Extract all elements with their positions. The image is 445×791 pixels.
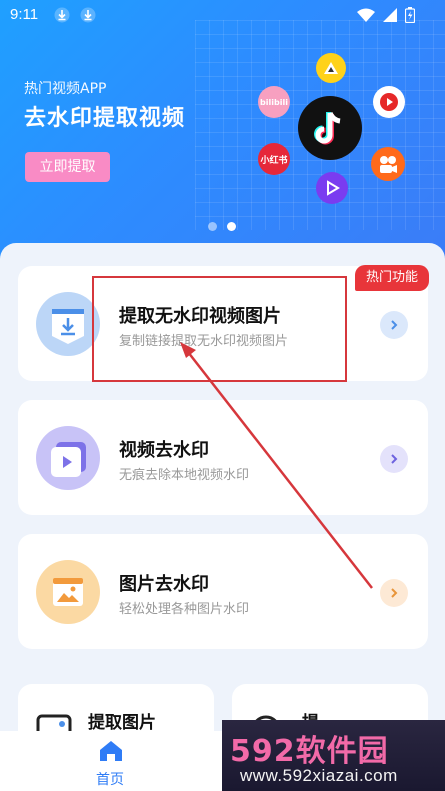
carousel-dot[interactable] — [208, 222, 217, 231]
carousel-dot-active[interactable] — [227, 222, 236, 231]
card-title: 提取图片 — [88, 713, 156, 733]
kuaishou-icon — [371, 147, 405, 181]
chevron-right-icon[interactable] — [380, 579, 408, 607]
highlight-box — [92, 276, 347, 382]
carousel-indicator — [208, 222, 236, 231]
chevron-right-icon[interactable] — [380, 311, 408, 339]
card-title: 图片去水印 — [119, 574, 209, 595]
extract-icon — [36, 292, 100, 356]
watermark-brand: 592软件园 — [230, 734, 389, 769]
banner-subtitle: 热门视频APP — [24, 81, 107, 97]
card-description: 无痕去除本地视频水印 — [119, 468, 250, 483]
wifi-icon — [357, 8, 375, 22]
download-icon — [80, 7, 96, 23]
tab-home-label[interactable]: 首页 — [96, 769, 124, 789]
red-play-icon — [373, 86, 405, 118]
extract-now-button[interactable]: 立即提取 — [25, 152, 110, 182]
video-icon — [36, 426, 100, 490]
site-watermark: 592软件园 www.592xiazai.com — [222, 720, 445, 791]
video-remove-watermark-card[interactable]: 视频去水印 无痕去除本地视频水印 — [18, 400, 428, 515]
image-icon — [36, 560, 100, 624]
battery-icon — [405, 7, 415, 23]
hero-banner[interactable]: 9:11 热门视频APP 去水印提取视频 立即提取 bilibili 小红书 — [0, 0, 445, 262]
bilibili-icon: bilibili — [258, 86, 290, 118]
tiktok-icon — [298, 96, 362, 160]
watermark-url: www.592xiazai.com — [240, 766, 398, 785]
weishi-icon — [316, 172, 348, 204]
status-bar: 9:11 — [0, 0, 445, 32]
home-icon — [100, 741, 122, 761]
download-icon — [54, 7, 70, 23]
banner-title: 去水印提取视频 — [24, 106, 186, 131]
card-description: 轻松处理各种图片水印 — [119, 602, 250, 617]
signal-icon — [383, 8, 397, 22]
yellow-app-icon — [316, 53, 346, 83]
hot-feature-badge: 热门功能 — [355, 265, 429, 291]
xiaohongshu-icon: 小红书 — [258, 143, 290, 175]
bottom-tab-bar: 首页 — [0, 731, 223, 791]
card-title: 视频去水印 — [119, 440, 209, 461]
chevron-right-icon[interactable] — [380, 445, 408, 473]
image-remove-watermark-card[interactable]: 图片去水印 轻松处理各种图片水印 — [18, 534, 428, 649]
status-time: 9:11 — [10, 6, 39, 23]
